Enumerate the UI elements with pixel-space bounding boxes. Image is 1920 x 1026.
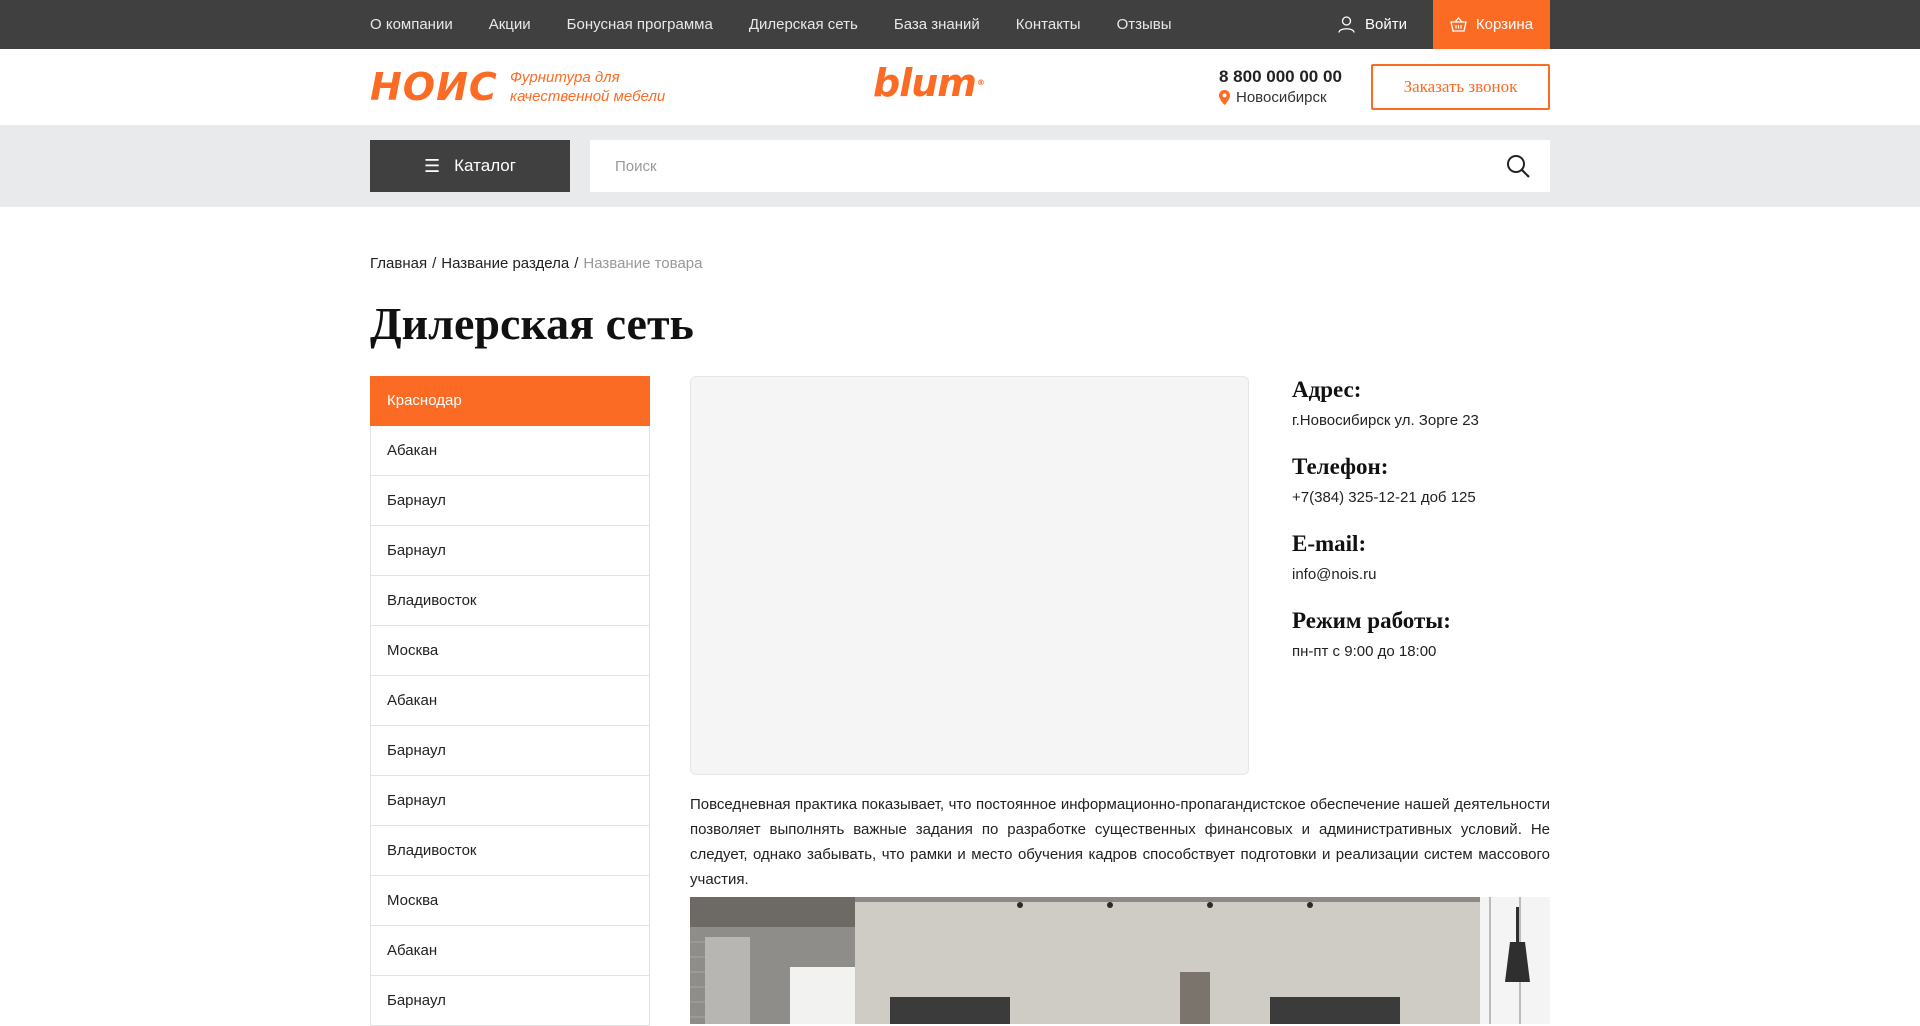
- breadcrumb-separator: /: [574, 255, 579, 272]
- city-item[interactable]: Барнаул: [370, 526, 650, 576]
- hours-value: пн-пт с 9:00 до 18:00: [1292, 643, 1437, 660]
- brand-logo: blum®: [873, 61, 985, 105]
- breadcrumb-current: Название товара: [583, 255, 703, 272]
- dealer-map[interactable]: [690, 376, 1249, 775]
- dealer-contacts: Адрес: г.Новосибирск ул. Зорге 23 Телефо…: [1292, 376, 1552, 684]
- breadcrumb: Главная / Название раздела / Название то…: [370, 255, 702, 272]
- city-item[interactable]: Москва: [370, 876, 650, 926]
- callback-button[interactable]: Заказать звонок: [1371, 64, 1550, 110]
- city-item[interactable]: Москва: [370, 626, 650, 676]
- city-item[interactable]: Барнаул: [370, 776, 650, 826]
- basket-icon: [1450, 17, 1467, 32]
- email-value[interactable]: info@nois.ru: [1292, 565, 1552, 585]
- header-city-label: Новосибирск: [1236, 89, 1327, 106]
- brand-name: blum: [873, 61, 977, 105]
- login-button[interactable]: Войти: [1338, 0, 1407, 49]
- header: НОИС Фурнитура для качественной мебели b…: [0, 49, 1920, 125]
- header-city[interactable]: Новосибирск: [1219, 89, 1327, 106]
- top-nav: О компании Акции Бонусная программа Диле…: [370, 0, 1208, 49]
- city-item[interactable]: Барнаул: [370, 726, 650, 776]
- cart-button[interactable]: Корзина: [1433, 0, 1550, 49]
- menu-icon: ☰: [424, 155, 441, 176]
- city-item[interactable]: Владивосток: [370, 576, 650, 626]
- city-item[interactable]: Барнаул: [370, 476, 650, 526]
- logo-tagline: Фурнитура для качественной мебели: [510, 69, 666, 105]
- search-input[interactable]: [590, 141, 1470, 191]
- city-item[interactable]: Абакан: [370, 426, 650, 476]
- nav-knowledge-base[interactable]: База знаний: [894, 16, 980, 33]
- search-box: [590, 140, 1550, 192]
- catalog-button[interactable]: ☰ Каталог: [370, 140, 570, 192]
- city-item-active[interactable]: Краснодар: [370, 376, 650, 426]
- city-item[interactable]: Владивосток: [370, 826, 650, 876]
- location-pin-icon: [1219, 90, 1230, 105]
- logo[interactable]: НОИС: [370, 67, 498, 107]
- nav-reviews[interactable]: Отзывы: [1117, 16, 1172, 33]
- nav-bonus-program[interactable]: Бонусная программа: [567, 16, 713, 33]
- breadcrumb-section[interactable]: Название раздела: [441, 255, 569, 272]
- user-icon: [1338, 16, 1355, 33]
- city-item[interactable]: Абакан: [370, 676, 650, 726]
- address-heading: Адрес:: [1292, 377, 1362, 402]
- registered-mark: ®: [976, 78, 985, 87]
- breadcrumb-separator: /: [432, 255, 437, 272]
- nav-dealer-network[interactable]: Дилерская сеть: [749, 16, 858, 33]
- nav-about[interactable]: О компании: [370, 16, 453, 33]
- interior-photo: [690, 897, 1550, 1024]
- catalog-label: Каталог: [454, 156, 516, 175]
- city-item[interactable]: Барнаул: [370, 976, 650, 1026]
- header-phone[interactable]: 8 800 000 00 00: [1219, 67, 1342, 87]
- breadcrumb-home[interactable]: Главная: [370, 255, 427, 272]
- hours-heading: Режим работы:: [1292, 608, 1451, 633]
- dealer-description: Повседневная практика показывает, что по…: [690, 796, 1550, 888]
- nav-promotions[interactable]: Акции: [489, 16, 531, 33]
- phone-heading: Телефон:: [1292, 454, 1389, 479]
- search-icon[interactable]: [1506, 154, 1530, 178]
- nav-contacts[interactable]: Контакты: [1016, 16, 1081, 33]
- city-item[interactable]: Абакан: [370, 926, 650, 976]
- login-label: Войти: [1365, 16, 1407, 33]
- address-value: г.Новосибирск ул. Зорге 23: [1292, 412, 1479, 429]
- search-band: ☰ Каталог: [0, 125, 1920, 207]
- top-bar: О компании Акции Бонусная программа Диле…: [0, 0, 1920, 49]
- city-list: Краснодар Абакан Барнаул Барнаул Владиво…: [370, 376, 650, 1026]
- phone-value[interactable]: +7(384) 325-12-21 доб 125: [1292, 488, 1552, 508]
- page-title: Дилерская сеть: [370, 298, 694, 349]
- email-heading: E-mail:: [1292, 531, 1367, 556]
- cart-label: Корзина: [1475, 16, 1534, 33]
